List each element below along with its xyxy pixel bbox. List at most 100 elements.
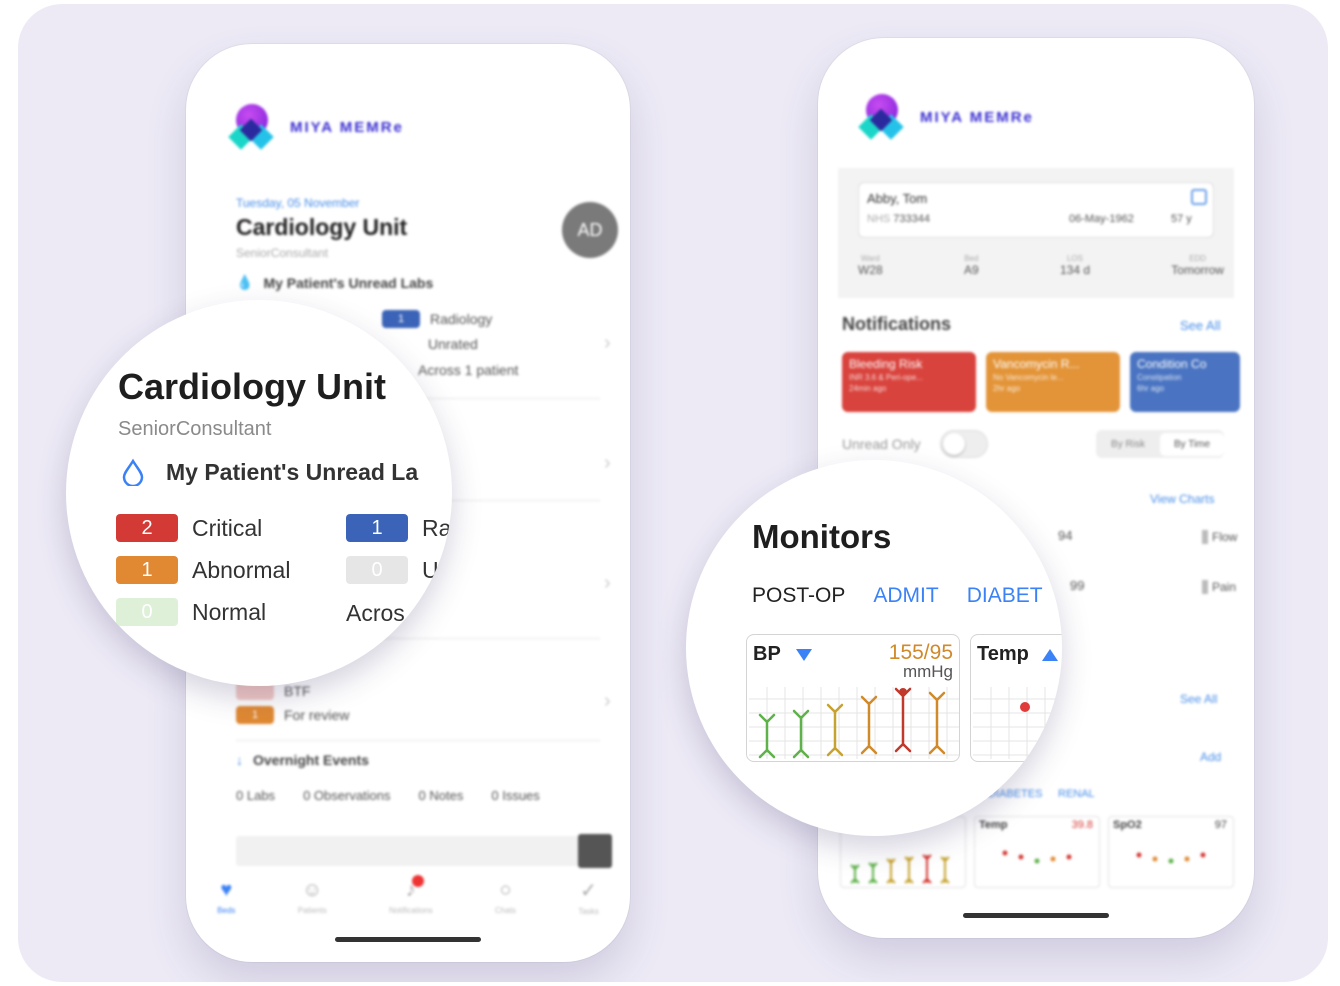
logo-icon: [858, 94, 906, 140]
bp-reading: 155/95 mmHg: [889, 641, 953, 682]
divider: [236, 740, 600, 741]
showcase-background: MIYA MEMRe Tuesday, 05 November Cardiolo…: [18, 4, 1328, 982]
events-row: 0 Labs 0 Observations 0 Notes 0 Issues: [236, 788, 540, 803]
labs-heading: 💧 My Patient's Unread Labs: [236, 274, 433, 291]
check-icon: ✓: [580, 880, 597, 902]
event-observations[interactable]: 0 Observations: [303, 788, 390, 803]
heart-icon: ♥: [220, 879, 233, 901]
temp-chart-card[interactable]: Temp: [970, 634, 1062, 762]
abnormal-count-badge: 1: [116, 556, 178, 584]
magnifier-unit-summary: Cardiology Unit SeniorConsultant My Pati…: [66, 300, 452, 686]
overnight-heading: ↓ Overnight Events: [236, 752, 369, 768]
side-flow[interactable]: Flow: [1202, 530, 1237, 544]
zoom-row-abnormal[interactable]: 1 Abnormal: [116, 556, 290, 584]
bp-mark-2: [792, 709, 810, 759]
event-notes[interactable]: 0 Notes: [419, 788, 464, 803]
chevron-right-icon[interactable]: ›: [604, 332, 611, 355]
people-icon: ☺: [302, 879, 323, 901]
zoom-labs-heading: My Patient's Unread La: [120, 458, 418, 486]
zoom-unit-title: Cardiology Unit: [118, 366, 386, 407]
tag-renal[interactable]: RENAL: [1058, 788, 1095, 800]
tab-beds[interactable]: ♥ Beds: [217, 879, 235, 915]
tab-diabetes[interactable]: DIABET: [967, 584, 1043, 608]
labs-heading-text: My Patient's Unread Labs: [263, 274, 434, 291]
timeline-handle[interactable]: [578, 834, 612, 868]
zoom-across-label: Acros: [346, 600, 405, 627]
brand-logo: MIYA MEMRe: [228, 104, 404, 150]
tab-post-op[interactable]: POST-OP: [752, 584, 845, 608]
logo-icon: [228, 104, 276, 150]
radiology-row: 1 Radiology: [382, 310, 492, 328]
temp-header: Temp: [977, 643, 1059, 666]
see-all-link[interactable]: See All: [1180, 318, 1220, 333]
unrated-count-badge: 0: [346, 556, 408, 584]
review-row: 1 For review: [236, 706, 349, 724]
tab-bar: ♥ Beds ☺ Patients ♪ Notifications ○ Chats ✓ T…: [186, 872, 630, 922]
magnifier-monitors: Monitors POST-OP ADMIT DIABET BP 155/95 …: [686, 460, 1062, 836]
vital-value-1: 94: [1058, 528, 1073, 543]
event-issues[interactable]: 0 Issues: [491, 788, 539, 803]
tab-admit[interactable]: ADMIT: [873, 584, 938, 608]
sort-segmented: By Risk By Time: [1096, 430, 1224, 458]
critical-label: Critical: [192, 514, 263, 541]
home-indicator: [963, 913, 1109, 918]
monitors-tabs: POST-OP ADMIT DIABET: [752, 584, 1043, 608]
tab-tasks[interactable]: ✓ Tasks: [578, 878, 598, 916]
monitors-title: Monitors: [752, 518, 892, 555]
overnight-heading-text: Overnight Events: [253, 752, 369, 768]
tab-patients[interactable]: ☺ Patients: [298, 879, 327, 915]
card-title: Vancomycin R...: [993, 357, 1080, 371]
abnormal-label: Abnormal: [192, 556, 291, 583]
vital-value-2: 99: [1070, 578, 1085, 593]
drop-icon: 💧: [236, 274, 254, 290]
zoom-row-unrated[interactable]: 0 U: [346, 556, 439, 584]
card-title: Bleeding Risk: [849, 357, 923, 371]
stat-los: LOS 134 d: [1059, 254, 1090, 277]
chevron-right-icon[interactable]: ›: [604, 572, 611, 595]
zoom-row-normal[interactable]: 0 Normal: [116, 598, 266, 626]
see-all-link-2[interactable]: See All: [1180, 692, 1217, 706]
bp-chart-card[interactable]: BP 155/95 mmHg: [746, 634, 960, 762]
bp-header: BP: [753, 643, 813, 666]
home-indicator: [335, 937, 481, 942]
view-charts-link[interactable]: View Charts: [1150, 492, 1214, 506]
triangle-down-icon: [795, 648, 812, 661]
patient-age: 57 y: [1171, 213, 1192, 225]
bp-label: BP: [753, 643, 781, 665]
zoom-row-critical[interactable]: 2 Critical: [116, 514, 262, 542]
side-pain[interactable]: Pain: [1202, 580, 1236, 594]
notification-card-condition[interactable]: Condition Co Constipation 6hr ago: [1130, 352, 1240, 412]
mini-chart-temp[interactable]: Temp 39.8: [974, 816, 1100, 888]
bp-mark-1: [758, 713, 776, 759]
tab-chats[interactable]: ○ Chats: [495, 879, 516, 915]
card-title: Condition Co: [1137, 357, 1207, 371]
add-link[interactable]: Add: [1200, 750, 1221, 764]
triangle-up-icon: [1041, 648, 1058, 661]
event-labs[interactable]: 0 Labs: [236, 788, 275, 803]
unrated-label: Unrated: [428, 336, 478, 352]
zoom-row-radiology[interactable]: 1 Ra: [346, 514, 451, 542]
patient-name: Abby, Tom: [867, 191, 928, 206]
bp-alert-dot: [899, 688, 907, 696]
bell-icon: ♪: [406, 875, 424, 902]
avatar[interactable]: AD: [562, 202, 618, 258]
critical-count-badge: 2: [116, 514, 178, 542]
radiology-count-badge: 1: [346, 514, 408, 542]
chevron-right-icon[interactable]: ›: [604, 690, 611, 713]
notification-card-bleeding[interactable]: Bleeding Risk INR 3.6 & Peri-ope... 24min …: [842, 352, 976, 412]
chevron-right-icon[interactable]: ›: [604, 452, 611, 475]
mail-icon[interactable]: [1191, 189, 1207, 205]
temp-point: [1020, 702, 1030, 712]
unread-only-toggle[interactable]: [940, 430, 988, 458]
tab-notifications[interactable]: ♪ Notifications: [389, 875, 433, 915]
patient-card[interactable]: Abby, Tom NHS 733344 06-May-1962 57 y: [858, 182, 1214, 238]
notification-card-vancomycin[interactable]: Vancomycin R... No Vancomycin le... 2hr ag…: [986, 352, 1120, 412]
bp-chart-plot: [749, 687, 959, 759]
zoom-role-label: SeniorConsultant: [118, 418, 272, 440]
sort-by-risk[interactable]: By Risk: [1096, 439, 1160, 450]
mini-spo2-svg: [1136, 852, 1206, 864]
sort-by-time[interactable]: By Time: [1160, 432, 1224, 456]
stat-ward: Ward W28: [858, 254, 883, 277]
mini-chart-spo2[interactable]: SpO2 97: [1108, 816, 1234, 888]
unrated-row: Unrated: [428, 336, 478, 352]
